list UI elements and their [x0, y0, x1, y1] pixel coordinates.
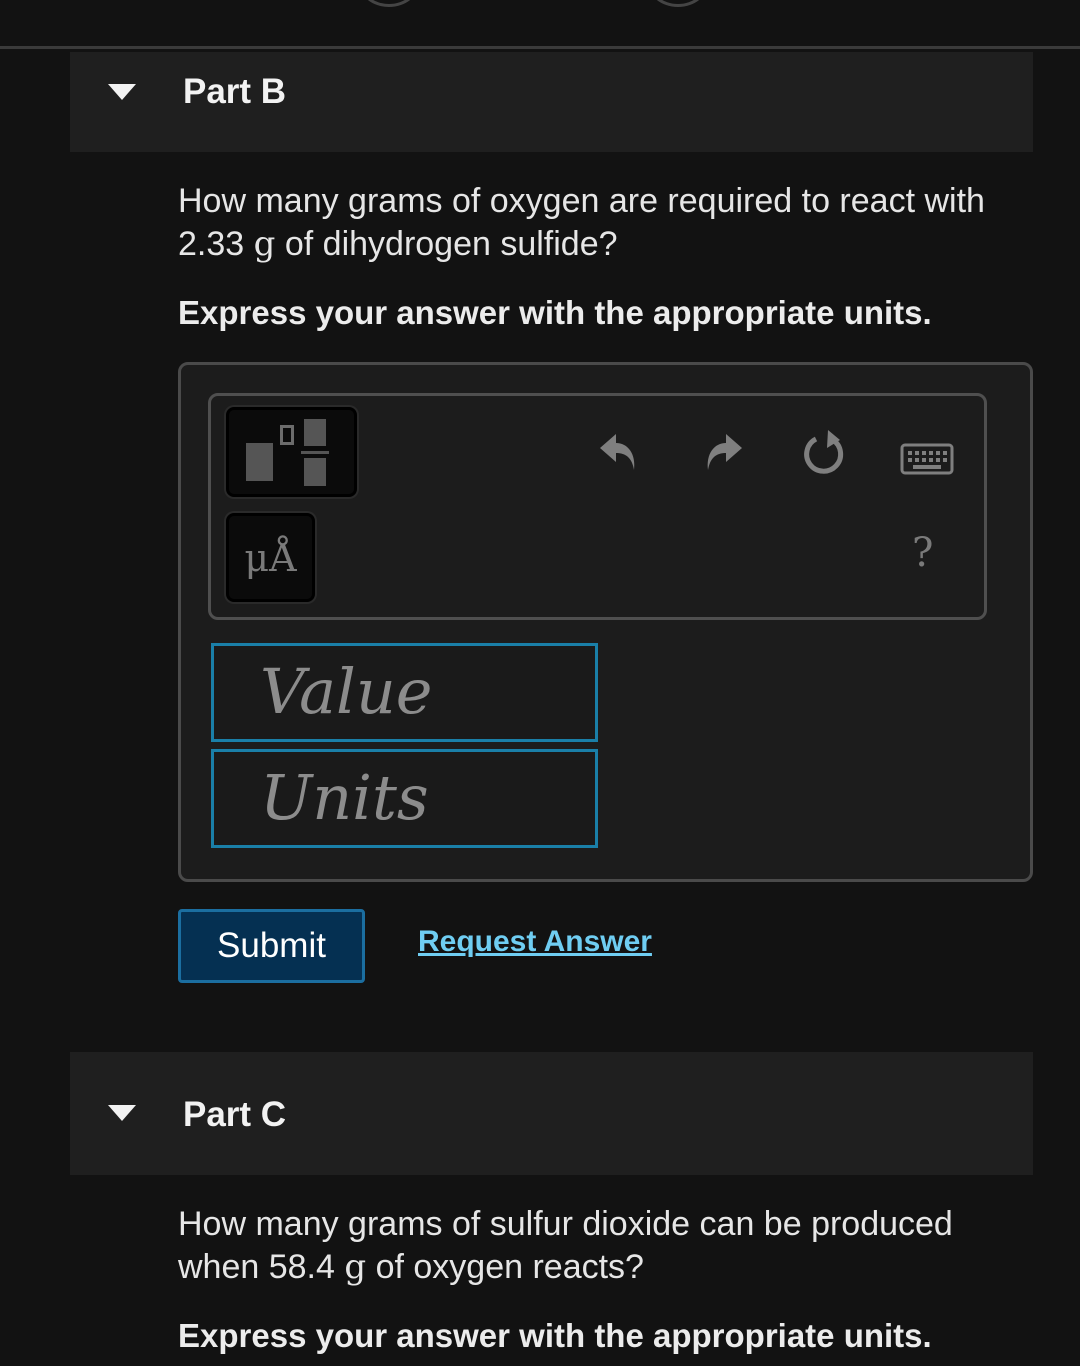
question-text: How many grams of sulfur dioxide can be … — [178, 1205, 953, 1243]
question-text: How many grams of oxygen are required to… — [178, 182, 985, 220]
part-c-instruction: Express your answer with the appropriate… — [178, 1317, 932, 1354]
progress-indicator-icon — [647, 0, 709, 7]
units-button[interactable]: μÅ — [226, 513, 315, 602]
part-b-header[interactable]: Part B — [70, 52, 1033, 152]
chevron-down-icon[interactable] — [108, 84, 136, 100]
part-c-header[interactable]: Part C — [70, 1052, 1033, 1175]
chevron-down-icon[interactable] — [108, 1105, 136, 1121]
reset-icon[interactable] — [800, 428, 850, 480]
divider — [0, 46, 1080, 49]
value-input[interactable]: Value — [211, 643, 598, 742]
question-text-end: of oxygen reacts? — [375, 1248, 644, 1286]
help-icon[interactable]: ? — [912, 530, 933, 576]
question-value: when 58.4 — [178, 1248, 335, 1286]
question-unit: g — [344, 1247, 367, 1287]
submit-button[interactable]: Submit — [178, 909, 365, 983]
templates-button[interactable] — [226, 407, 357, 497]
undo-icon[interactable] — [598, 430, 640, 474]
question-unit: g — [253, 224, 276, 264]
part-b-instruction: Express your answer with the appropriate… — [178, 294, 932, 331]
part-b-title: Part B — [183, 72, 287, 111]
units-input[interactable]: Units — [211, 749, 598, 848]
part-c-title: Part C — [183, 1095, 287, 1134]
progress-indicator-icon — [358, 0, 420, 7]
question-value: 2.33 — [178, 225, 245, 263]
keyboard-icon[interactable] — [900, 443, 954, 475]
part-b-question: How many grams of oxygen are required to… — [178, 180, 1028, 266]
redo-icon[interactable] — [702, 430, 744, 474]
question-text-end: of dihydrogen sulfide? — [284, 225, 618, 263]
request-answer-link[interactable]: Request Answer — [418, 925, 652, 959]
part-c-question: How many grams of sulfur dioxide can be … — [178, 1203, 1028, 1289]
units-icon: μÅ — [244, 535, 297, 580]
